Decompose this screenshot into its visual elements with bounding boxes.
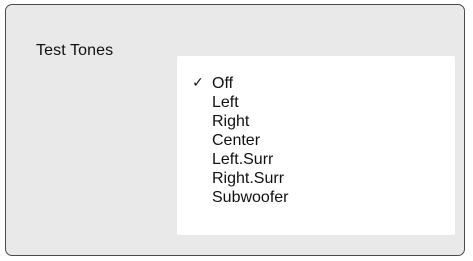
menu-item-subwoofer[interactable]: Subwoofer	[177, 189, 455, 206]
test-tones-menu: ✓ Off Left Right Center Left.Surr Right.…	[177, 56, 455, 235]
menu-item-label: Left.Surr	[212, 151, 274, 168]
menu-item-label: Right	[212, 113, 250, 130]
test-tones-panel: Test Tones ✓ Off Left Right Center Left.…	[5, 4, 465, 256]
check-icon: ✓	[192, 75, 204, 91]
menu-item-label: Subwoofer	[212, 189, 289, 206]
menu-item-off[interactable]: ✓ Off	[177, 75, 455, 92]
menu-item-label: Right.Surr	[212, 170, 285, 187]
menu-item-center[interactable]: Center	[177, 132, 455, 149]
menu-item-label: Off	[212, 75, 234, 92]
menu-item-label: Left	[212, 94, 239, 111]
panel-title: Test Tones	[36, 42, 114, 59]
menu-item-label: Center	[212, 132, 261, 149]
menu-item-right[interactable]: Right	[177, 113, 455, 130]
menu-item-left-surr[interactable]: Left.Surr	[177, 151, 455, 168]
menu-item-left[interactable]: Left	[177, 94, 455, 111]
menu-item-right-surr[interactable]: Right.Surr	[177, 170, 455, 187]
